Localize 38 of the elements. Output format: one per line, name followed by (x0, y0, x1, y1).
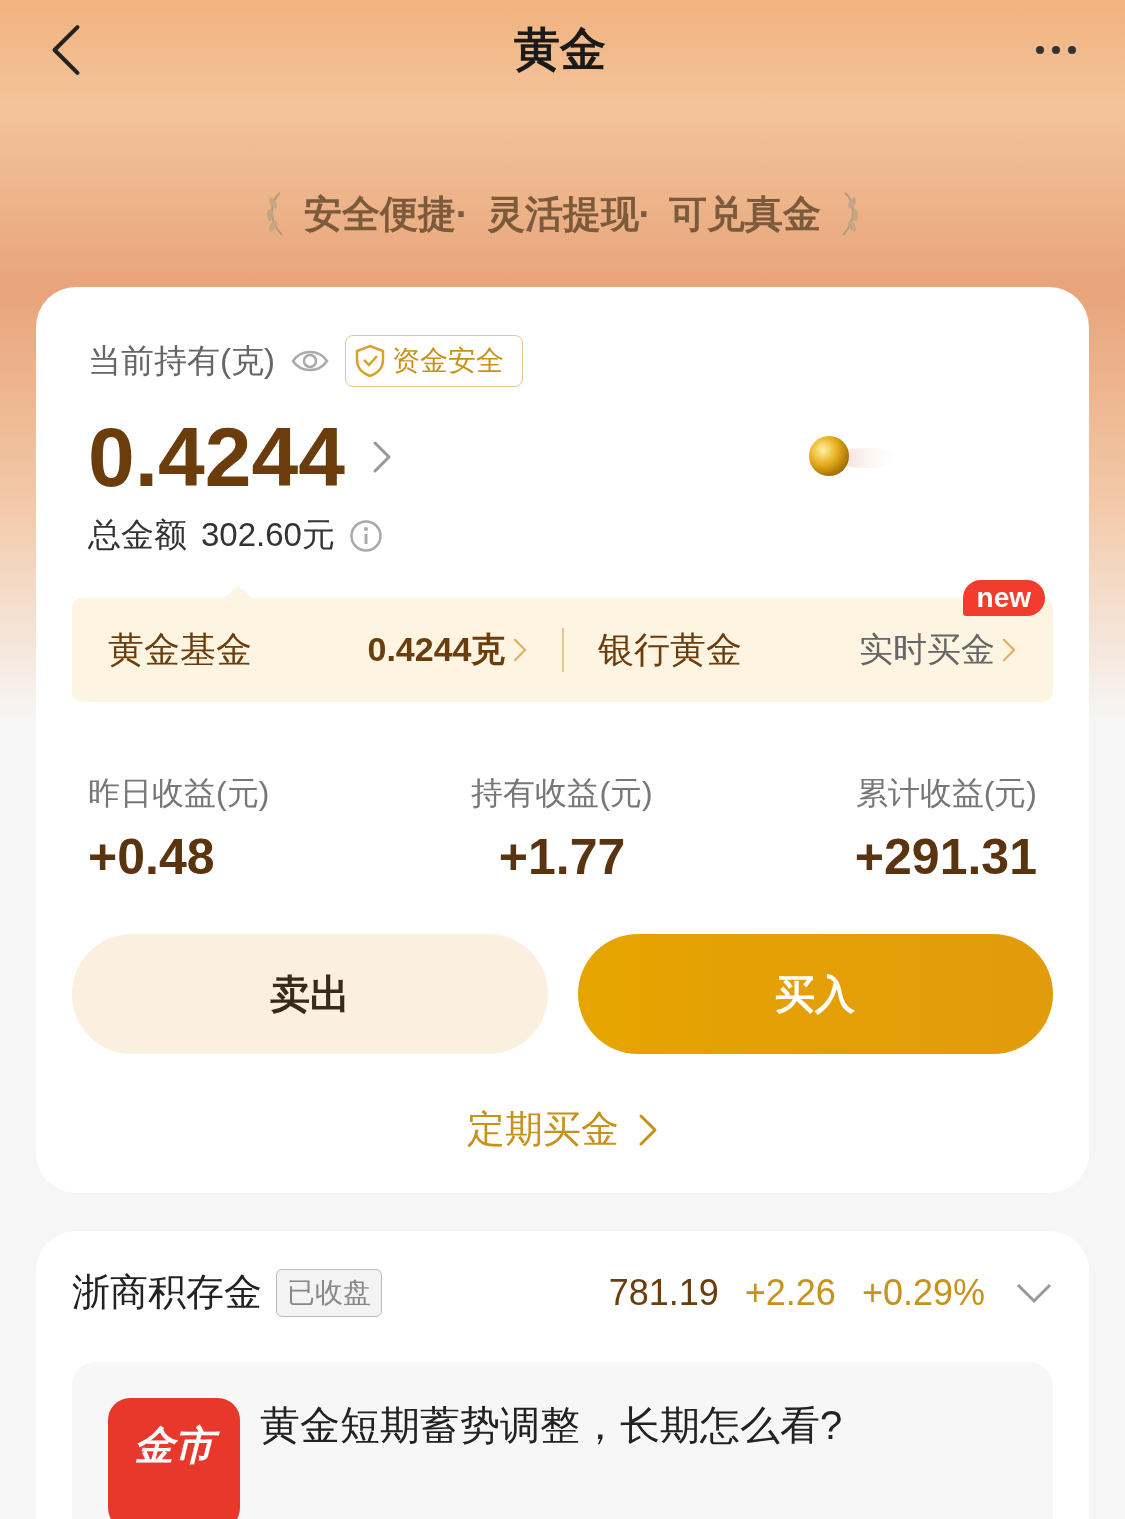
sell-button[interactable]: 卖出 (72, 934, 548, 1054)
stat-label: 昨日收益(元) (88, 774, 270, 813)
slogan-text: 可兑真金 (669, 191, 822, 237)
shield-icon (354, 344, 386, 378)
eye-icon[interactable] (291, 348, 329, 374)
holding-label: 当前持有(克) (88, 340, 275, 381)
product-value: 实时买金 (859, 629, 995, 670)
slogan-text: 灵活提现· (486, 191, 652, 237)
new-badge: new (962, 580, 1045, 616)
total-value: 302.60元 (201, 515, 335, 555)
badge-text: 资金安全 (392, 344, 504, 378)
info-icon[interactable] (348, 518, 383, 553)
page-title: 黄金 (513, 22, 606, 77)
news-card[interactable]: 金市 黄金短期蓄势调整，长期怎么看? (72, 1362, 1053, 1519)
news-logo: 金市 (108, 1398, 240, 1519)
market-price: 781.19 (608, 1271, 719, 1314)
product-value: 0.4244克 (367, 629, 506, 670)
stat-label: 累计收益(元) (855, 774, 1037, 813)
stat-value: +0.48 (88, 828, 216, 886)
price-change: +2.26 (744, 1271, 836, 1314)
market-name: 浙商积存金 (72, 1270, 262, 1315)
product-tab[interactable]: 黄金基金 0.4244克 (108, 625, 528, 675)
more-icon[interactable] (1035, 45, 1077, 55)
slogan-text: 安全便捷· (303, 191, 469, 237)
stat-value: +1.77 (498, 828, 626, 886)
product-label: 黄金基金 (108, 627, 252, 672)
stat-value: +291.31 (854, 828, 1037, 886)
chevron-down-icon[interactable] (1015, 1281, 1053, 1304)
percent-change: +0.29% (861, 1271, 985, 1314)
status-tag: 已收盘 (276, 1268, 382, 1317)
product-tab[interactable]: 银行黄金 实时买金 (597, 625, 1017, 675)
product-label: 银行黄金 (597, 627, 742, 672)
total-label: 总金额 (88, 515, 187, 555)
stat-label: 持有收益(元) (471, 774, 653, 813)
news-title: 黄金短期蓄势调整，长期怎么看? (260, 1402, 843, 1449)
chevron-icon (1001, 636, 1017, 664)
holding-amount[interactable]: 0.4244 (88, 408, 345, 506)
chevron-icon (511, 636, 528, 664)
